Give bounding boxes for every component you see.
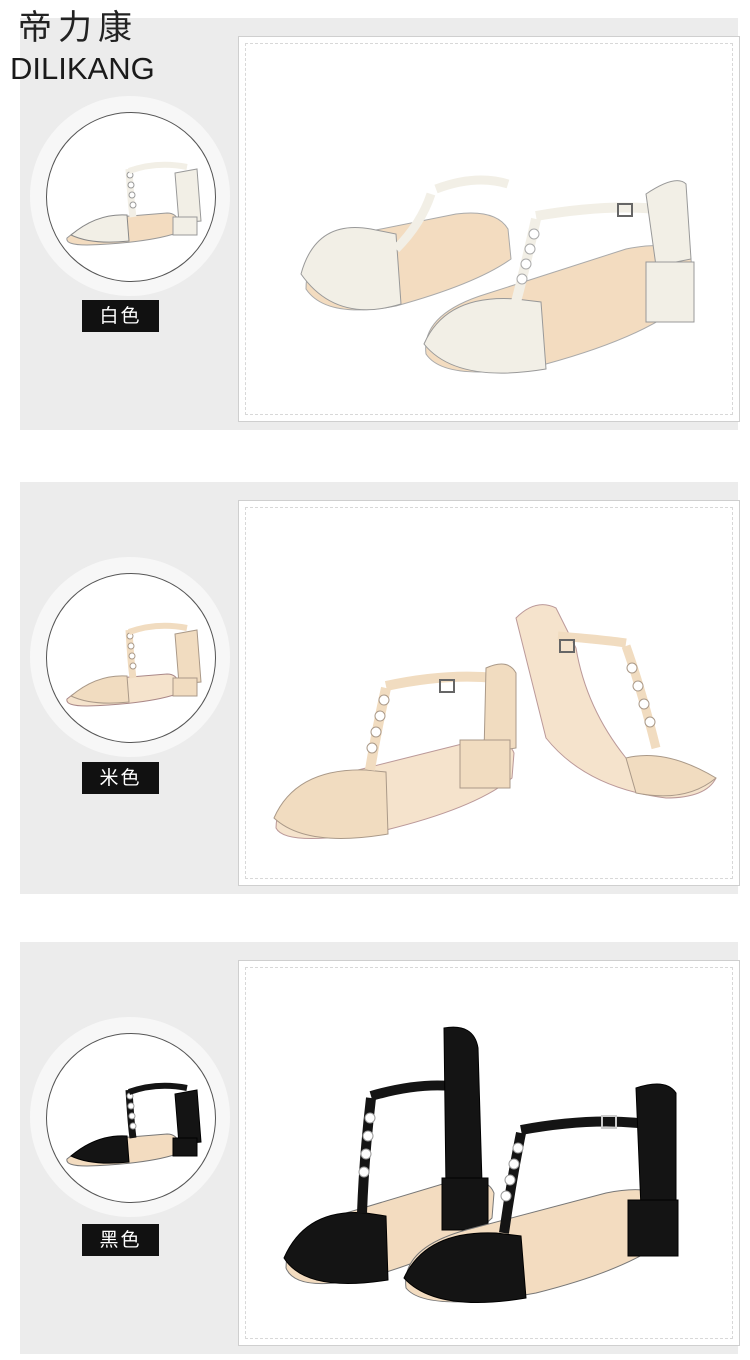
variant-panel-black: 黑色 [20,942,740,1354]
thumbnail-ring [30,96,230,296]
white-sandal-photo [300,175,695,374]
product-photo-white[interactable] [238,36,740,422]
black-sandal-photo [283,1026,679,1303]
color-label-white: 白色 [82,300,159,332]
product-photo-black[interactable] [238,960,740,1346]
thumbnail-ring [30,1017,230,1217]
beige-sandal-thumbnail[interactable] [46,573,216,743]
beige-sandal-photo [273,604,717,840]
white-sandal-thumbnail[interactable] [46,112,216,282]
variant-panel-beige: 米色 [20,482,740,894]
brand-logo: 帝力康 DILIKANG [10,8,180,86]
brand-name-en: DILIKANG [10,51,155,86]
thumbnail-ring [30,557,230,757]
black-sandal-thumbnail[interactable] [46,1033,216,1203]
color-label-beige: 米色 [82,762,159,794]
brand-name-cn: 帝力康 [18,8,138,48]
color-label-black: 黑色 [82,1224,159,1256]
product-photo-beige[interactable] [238,500,740,886]
